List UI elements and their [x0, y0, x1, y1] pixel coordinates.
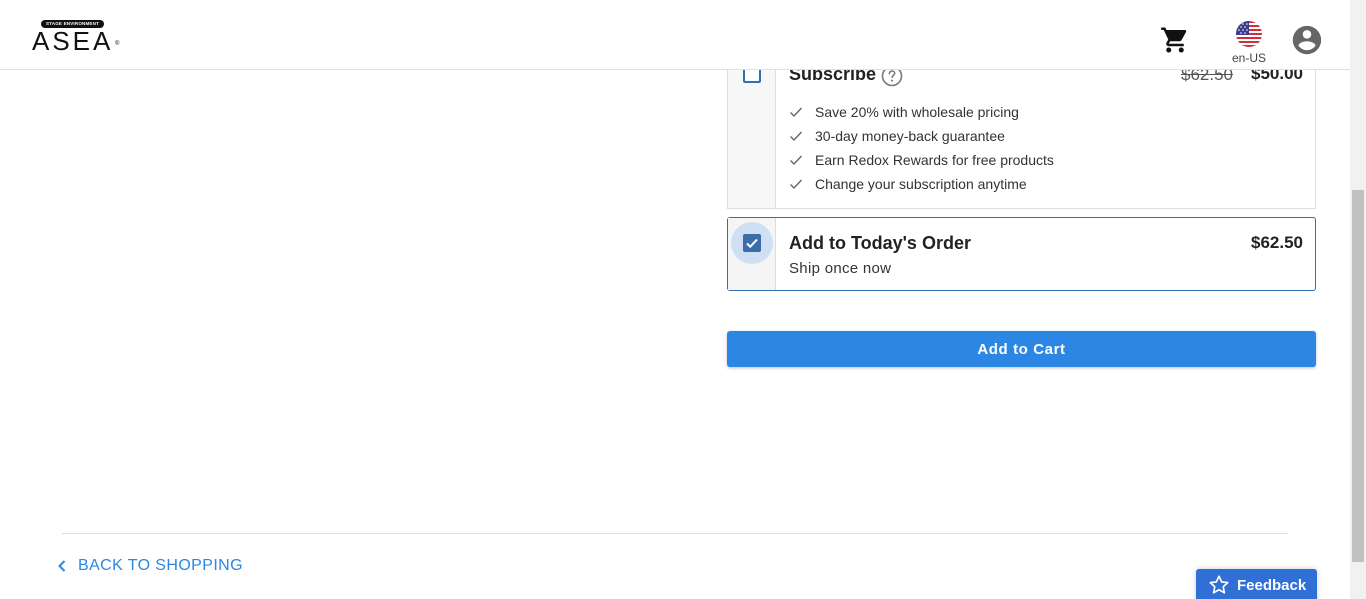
check-icon: [790, 131, 803, 142]
benefit-item: Save 20% with wholesale pricing: [789, 100, 1054, 124]
asea-logo[interactable]: STAGE ENVIRONMENT ASEA ®: [32, 20, 119, 56]
registered-mark: ®: [114, 41, 120, 47]
benefit-item: Earn Redox Rewards for free products: [789, 148, 1054, 172]
us-flag-icon[interactable]: [1236, 21, 1262, 47]
shopping-cart-icon[interactable]: [1160, 25, 1190, 55]
back-to-shopping-link[interactable]: BACK TO SHOPPING: [56, 556, 243, 576]
benefit-text: Change your subscription anytime: [815, 176, 1027, 192]
account-circle-icon[interactable]: [1290, 23, 1324, 57]
logo-text: ASEA: [32, 26, 114, 56]
benefit-text: 30-day money-back guarantee: [815, 128, 1005, 144]
back-to-shopping-label: BACK TO SHOPPING: [78, 557, 243, 574]
today-order-price: $62.50: [1251, 233, 1303, 252]
today-order-title: Add to Today's Order: [789, 233, 971, 253]
page-scrollbar[interactable]: [1350, 0, 1366, 599]
feedback-label: Feedback: [1237, 576, 1307, 594]
check-icon: [790, 155, 803, 166]
locale-label[interactable]: en-US: [1229, 51, 1269, 65]
scrollbar-thumb[interactable]: [1352, 190, 1364, 562]
benefit-text: Earn Redox Rewards for free products: [815, 152, 1054, 168]
subscribe-benefits-list: Save 20% with wholesale pricing 30-day m…: [789, 100, 1054, 196]
feedback-button[interactable]: Feedback: [1196, 569, 1317, 599]
benefit-item: 30-day money-back guarantee: [789, 124, 1054, 148]
logo-wordmark: ASEA ®: [32, 26, 119, 56]
check-icon: [790, 107, 803, 118]
footer-divider: [62, 533, 1288, 534]
benefit-text: Save 20% with wholesale pricing: [815, 104, 1019, 120]
check-icon: [790, 179, 803, 190]
today-order-checkbox-ripple[interactable]: [731, 222, 773, 264]
benefit-item: Change your subscription anytime: [789, 172, 1054, 196]
today-order-option[interactable]: Add to Today's Order Ship once now $62.5…: [727, 217, 1316, 291]
today-order-checkbox[interactable]: [743, 234, 761, 252]
product-purchase-page: STAGE ENVIRONMENT ASEA ® en-US Subscribe…: [0, 0, 1366, 599]
today-order-selector-rail[interactable]: [728, 218, 776, 290]
star-icon: [1209, 575, 1229, 594]
site-header: STAGE ENVIRONMENT ASEA ® en-US: [0, 0, 1350, 70]
today-order-subtitle: Ship once now: [789, 260, 892, 277]
add-to-cart-button[interactable]: Add to Cart: [727, 331, 1316, 367]
chevron-left-icon: [58, 560, 66, 572]
